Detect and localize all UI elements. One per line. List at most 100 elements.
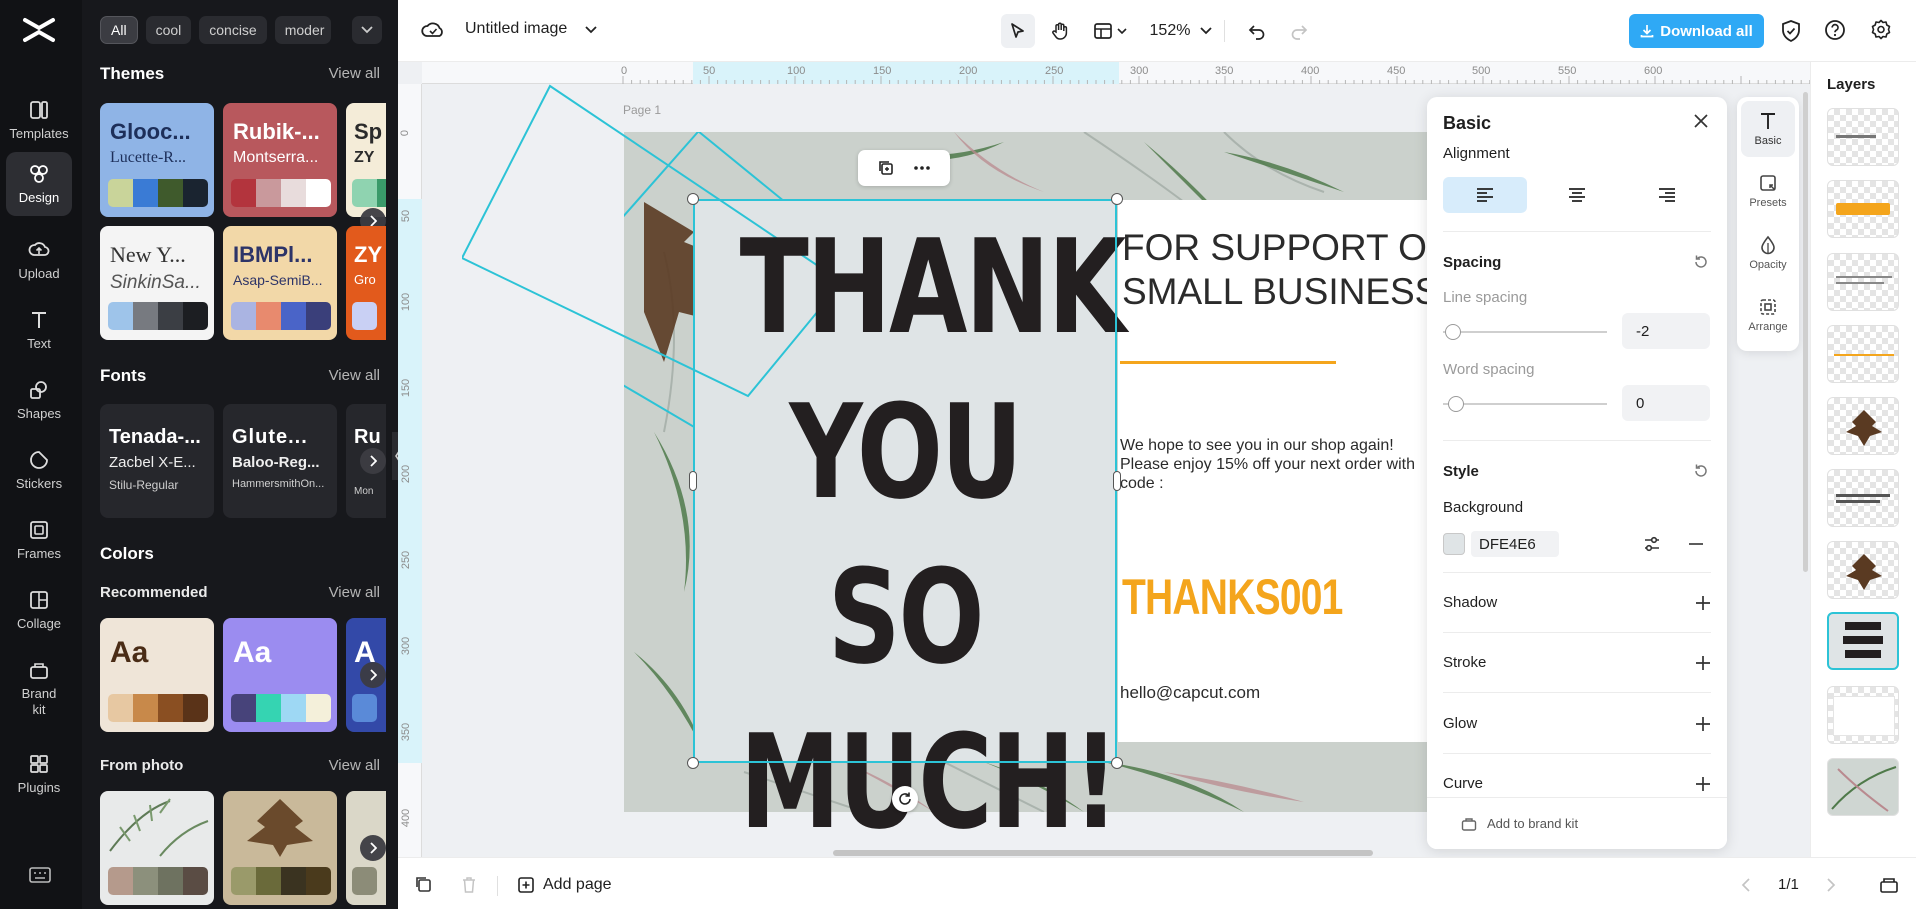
resize-handle-tr[interactable]	[1111, 193, 1123, 205]
curve-row[interactable]: Curve	[1443, 775, 1483, 792]
font-card[interactable]: Tenada-... Zacbel X-E... Stilu-Regular	[100, 404, 214, 518]
font-card[interactable]: Glute... Baloo-Reg... HammersmithOn...	[223, 404, 337, 518]
resize-handle-bl[interactable]	[687, 757, 699, 769]
email-text[interactable]: hello@capcut.com	[1120, 683, 1260, 703]
undo-button[interactable]	[1240, 14, 1274, 48]
nav-text[interactable]: Text	[6, 298, 72, 362]
nav-frames[interactable]: Frames	[6, 508, 72, 572]
theme-card[interactable]: ZY Gro	[346, 226, 386, 340]
reset-icon[interactable]	[1693, 254, 1709, 270]
layout-button[interactable]	[1089, 14, 1131, 48]
plus-icon[interactable]	[1695, 776, 1711, 792]
hand-tool-button[interactable]	[1043, 14, 1077, 48]
stroke-row[interactable]: Stroke	[1443, 654, 1486, 671]
line-spacing-slider[interactable]	[1443, 324, 1607, 340]
tab-opacity[interactable]: Opacity	[1741, 225, 1795, 281]
shield-icon[interactable]	[1780, 19, 1802, 43]
plus-icon[interactable]	[1695, 716, 1711, 732]
resize-handle-br[interactable]	[1111, 757, 1123, 769]
help-icon[interactable]	[1824, 19, 1846, 41]
settings-gear-icon[interactable]	[1870, 19, 1892, 41]
reset-icon[interactable]	[1693, 463, 1709, 479]
resize-handle-tl[interactable]	[687, 193, 699, 205]
resize-handle-right[interactable]	[1113, 471, 1121, 491]
chip-modern[interactable]: moder	[274, 16, 331, 44]
colors-view-all[interactable]: View all	[329, 584, 380, 601]
nav-brand-kit[interactable]: Brand kit	[6, 652, 72, 724]
layer-thumb[interactable]	[1827, 469, 1899, 527]
word-spacing-input[interactable]: 0	[1622, 385, 1710, 421]
word-spacing-slider[interactable]	[1443, 396, 1607, 412]
slider-knob[interactable]	[1445, 324, 1461, 340]
plus-icon[interactable]	[1695, 595, 1711, 611]
layer-thumb[interactable]	[1827, 325, 1899, 383]
layer-thumb[interactable]	[1827, 686, 1899, 744]
more-icon[interactable]	[913, 165, 931, 171]
remove-icon[interactable]	[1689, 543, 1703, 545]
brand-kit-row[interactable]: Add to brand kit	[1427, 797, 1727, 849]
fonts-scroll-right[interactable]	[360, 448, 386, 474]
chip-concise[interactable]: concise	[199, 16, 267, 44]
resize-handle-left[interactable]	[689, 471, 697, 491]
tab-basic[interactable]: Basic	[1741, 101, 1795, 157]
capcut-logo[interactable]	[21, 14, 57, 46]
from-photo-view-all[interactable]: View all	[329, 757, 380, 774]
slider-knob[interactable]	[1448, 396, 1464, 412]
nav-templates[interactable]: Templates	[6, 88, 72, 152]
body-text[interactable]: We hope to see you in our shop again! Pl…	[1120, 436, 1415, 493]
duplicate-page-icon[interactable]	[415, 876, 433, 894]
photo-scroll-right[interactable]	[360, 835, 386, 861]
layer-thumb[interactable]	[1827, 758, 1899, 816]
shadow-row[interactable]: Shadow	[1443, 594, 1497, 611]
chip-all[interactable]: All	[100, 16, 138, 44]
glow-row[interactable]: Glow	[1443, 715, 1477, 732]
prev-page-icon[interactable]	[1741, 877, 1751, 893]
photo-palette-card[interactable]	[100, 791, 214, 905]
rotate-handle[interactable]	[892, 786, 918, 812]
layer-thumb[interactable]	[1827, 180, 1899, 238]
nav-plugins[interactable]: Plugins	[6, 742, 72, 806]
nav-stickers[interactable]: Stickers	[6, 438, 72, 502]
layer-thumb[interactable]	[1827, 541, 1899, 599]
cloud-save-icon[interactable]	[421, 19, 445, 41]
pages-panel-icon[interactable]	[1879, 876, 1899, 894]
chip-cool[interactable]: cool	[145, 16, 192, 44]
theme-card[interactable]: IBMPl... Asap-SemiB...	[223, 226, 337, 340]
selection-box[interactable]	[693, 199, 1117, 763]
color-palette-card[interactable]: Aa	[223, 618, 337, 732]
background-hex-input[interactable]: DFE4E6	[1471, 531, 1559, 557]
adjust-sliders-icon[interactable]	[1643, 535, 1661, 553]
nav-design[interactable]: Design	[6, 152, 72, 216]
nav-shapes[interactable]: Shapes	[6, 368, 72, 432]
line-spacing-input[interactable]: -2	[1622, 313, 1710, 349]
layer-thumb-selected[interactable]	[1827, 612, 1899, 670]
horizontal-scrollbar[interactable]	[833, 850, 1373, 856]
promo-code-text[interactable]: THANKS001	[1122, 568, 1343, 626]
nav-collage[interactable]: Collage	[6, 578, 72, 642]
layer-thumb[interactable]	[1827, 108, 1899, 166]
photo-palette-card[interactable]	[223, 791, 337, 905]
document-title[interactable]: Untitled image	[465, 20, 567, 38]
theme-card[interactable]: New Y... SinkinSa...	[100, 226, 214, 340]
fonts-view-all[interactable]: View all	[329, 367, 380, 384]
layers-scrollbar[interactable]	[1803, 92, 1808, 572]
theme-card[interactable]: Glooc... Lucette-R...	[100, 103, 214, 217]
tab-presets[interactable]: Presets	[1741, 163, 1795, 219]
next-page-icon[interactable]	[1826, 877, 1836, 893]
colors-scroll-right[interactable]	[360, 662, 386, 688]
tab-arrange[interactable]: Arrange	[1741, 287, 1795, 343]
align-right-button[interactable]	[1625, 177, 1709, 213]
chevron-down-icon[interactable]	[585, 26, 597, 34]
trash-icon[interactable]	[461, 876, 477, 894]
theme-card[interactable]: Sp ZY	[346, 103, 386, 217]
align-left-button[interactable]	[1443, 177, 1527, 213]
download-all-button[interactable]: Download all	[1629, 14, 1764, 48]
zoom-dropdown[interactable]: 152%	[1146, 14, 1216, 48]
layer-thumb[interactable]	[1827, 253, 1899, 311]
add-page-button[interactable]: Add page	[517, 873, 612, 897]
close-icon[interactable]	[1693, 113, 1709, 129]
plus-icon[interactable]	[1695, 655, 1711, 671]
nav-upload[interactable]: Upload	[6, 228, 72, 292]
color-palette-card[interactable]: Aa	[100, 618, 214, 732]
theme-card[interactable]: Rubik-... Montserra...	[223, 103, 337, 217]
